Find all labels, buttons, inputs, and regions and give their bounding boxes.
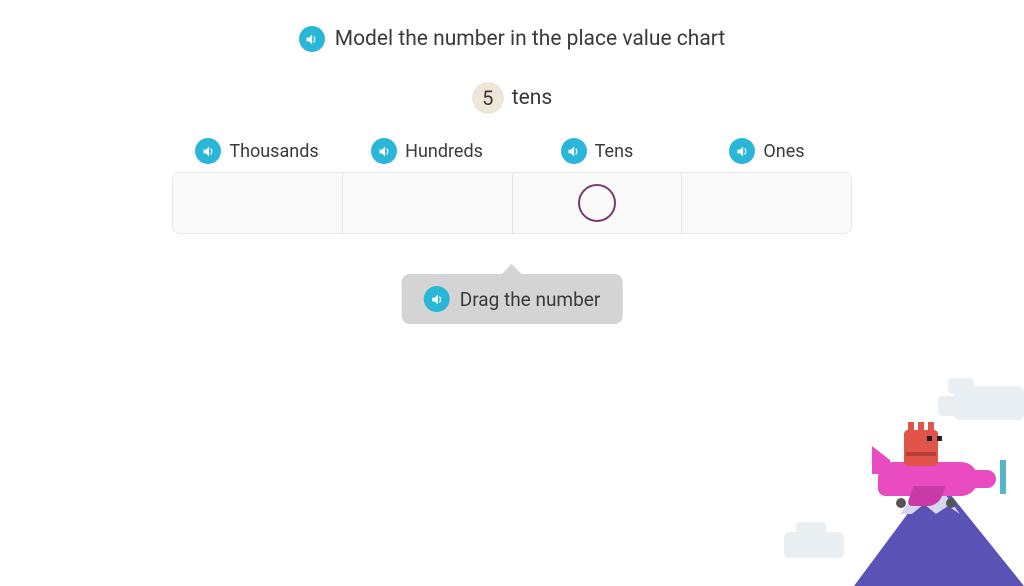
- column-headers: Thousands Hundreds Tens Ones: [172, 138, 852, 164]
- plane-icon: [878, 462, 978, 496]
- instruction-text: Model the number in the place value char…: [335, 27, 726, 51]
- wheel-icon: [896, 498, 906, 508]
- cloud-icon: [784, 532, 844, 558]
- speaker-icon[interactable]: [195, 138, 221, 164]
- speaker-icon[interactable]: [729, 138, 755, 164]
- header-label: Hundreds: [405, 141, 483, 162]
- header-hundreds: Hundreds: [342, 138, 512, 164]
- dino-eye-icon: [927, 436, 932, 441]
- cell-thousands[interactable]: [173, 173, 343, 233]
- dino-stripe-icon: [906, 452, 936, 456]
- hint-bubble: Drag the number: [402, 274, 623, 324]
- header-label: Tens: [595, 141, 634, 162]
- header-label: Thousands: [229, 141, 318, 162]
- propeller-icon: [1000, 460, 1006, 494]
- mountain-cap-icon: [900, 474, 960, 514]
- speaker-icon[interactable]: [561, 138, 587, 164]
- header-ones: Ones: [682, 138, 852, 164]
- number-badge[interactable]: 5: [472, 82, 504, 114]
- speaker-icon[interactable]: [299, 26, 325, 52]
- decorative-scene: [744, 376, 1024, 586]
- instruction-row: Model the number in the place value char…: [0, 26, 1024, 52]
- mountain-icon: [854, 476, 1024, 586]
- cell-hundreds[interactable]: [343, 173, 513, 233]
- header-thousands: Thousands: [172, 138, 342, 164]
- plane-icon: [974, 470, 996, 488]
- number-unit: tens: [512, 86, 552, 110]
- place-value-chart: [172, 172, 852, 234]
- dino-icon: [904, 430, 938, 466]
- wheel-icon: [946, 498, 956, 508]
- number-prompt: 5 tens: [0, 82, 1024, 114]
- header-label: Ones: [763, 141, 804, 162]
- cloud-icon: [954, 386, 1024, 420]
- plane-icon: [872, 446, 890, 474]
- cell-ones[interactable]: [682, 173, 851, 233]
- speaker-icon[interactable]: [371, 138, 397, 164]
- cell-tens[interactable]: [513, 173, 683, 233]
- header-tens: Tens: [512, 138, 682, 164]
- drop-target[interactable]: [578, 184, 616, 222]
- hint-text: Drag the number: [460, 288, 601, 311]
- plane-icon: [906, 486, 945, 506]
- speaker-icon[interactable]: [424, 286, 450, 312]
